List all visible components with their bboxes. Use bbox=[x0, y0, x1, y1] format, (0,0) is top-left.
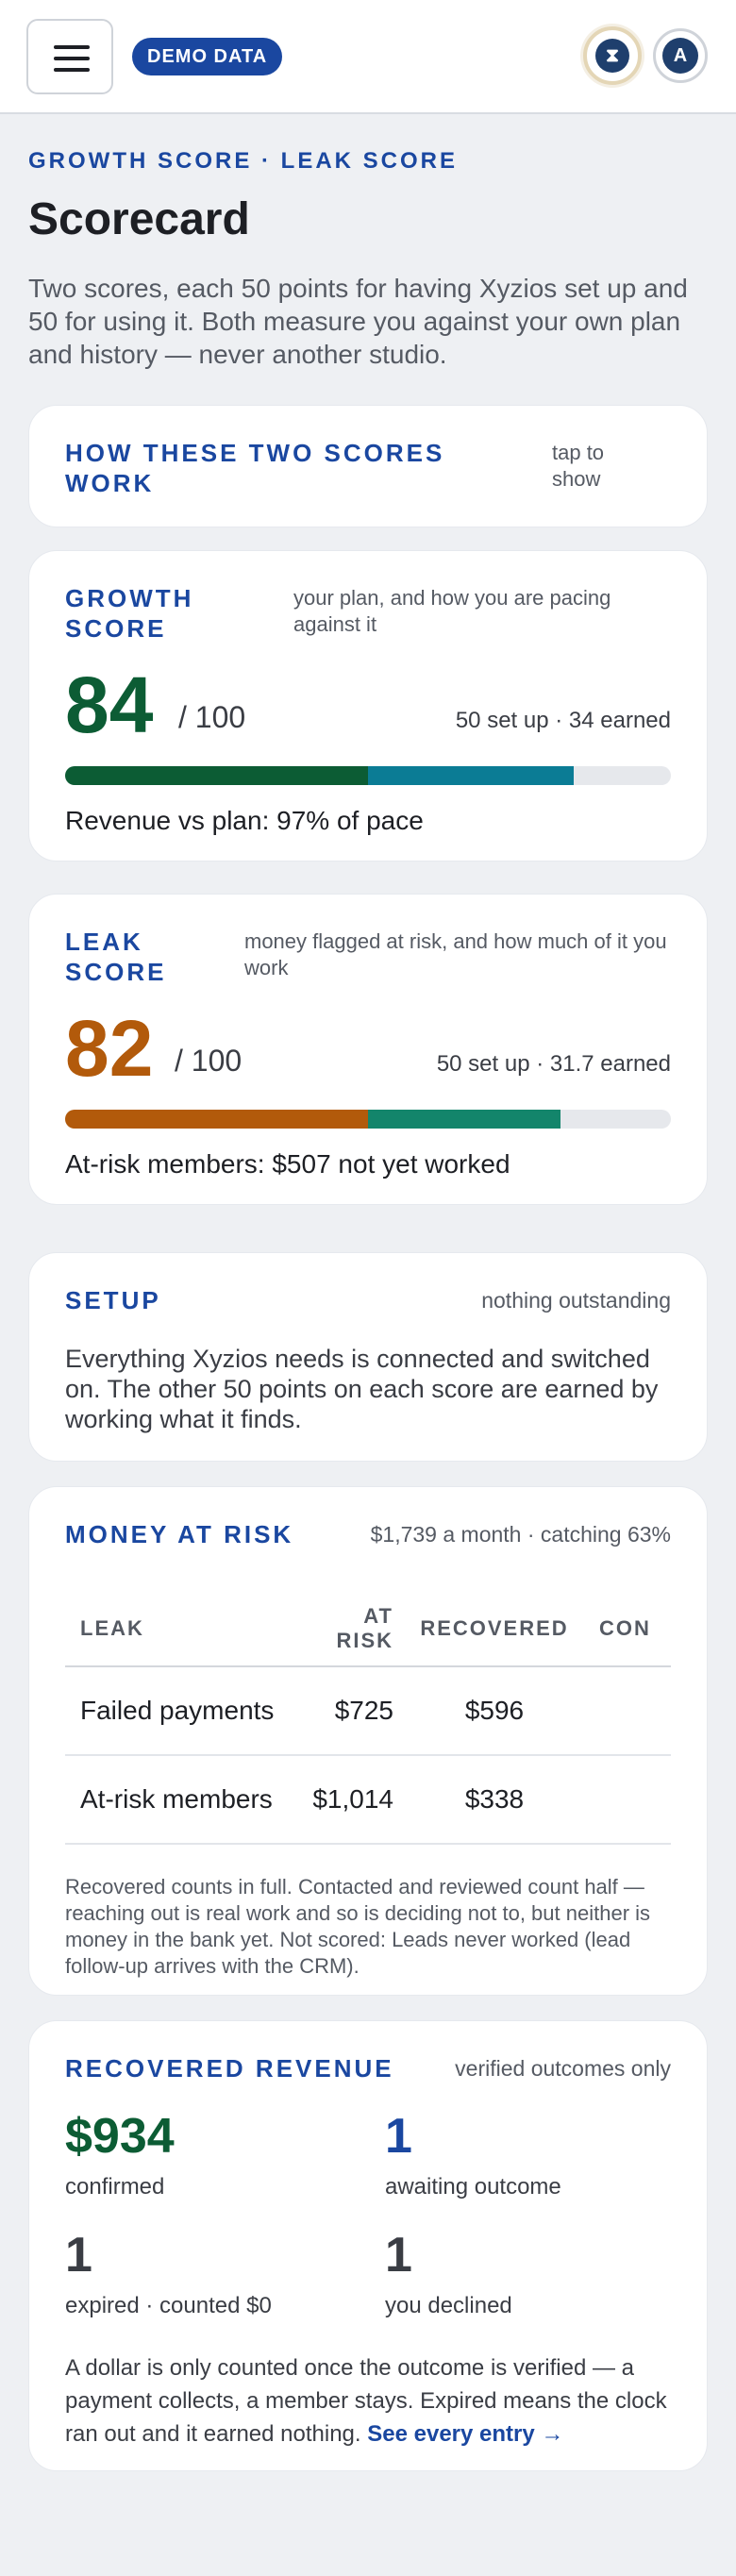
how-scores-work-toggle[interactable]: HOW THESE TWO SCORES WORK tap to show bbox=[28, 405, 708, 527]
see-every-entry-link[interactable]: See every entry → bbox=[367, 2421, 563, 2447]
money-at-risk-title: MONEY AT RISK bbox=[65, 1520, 294, 1548]
stat-confirmed-value: $934 bbox=[65, 2109, 175, 2164]
avatar-initial: A bbox=[662, 38, 698, 74]
hamburger-icon-line bbox=[54, 57, 90, 60]
growth-earned-segment bbox=[368, 766, 575, 785]
leak-score-card: LEAK SCORE money flagged at risk, and ho… bbox=[28, 894, 708, 1205]
avatar[interactable]: A bbox=[653, 28, 708, 83]
money-at-risk-table: LEAK AT RISK RECOVERED CON Failed payment… bbox=[65, 1591, 671, 1845]
column-header-recovered: RECOVERED bbox=[405, 1591, 584, 1667]
growth-score-card: GROWTH SCORE your plan, and how you are … bbox=[28, 550, 708, 861]
leak-score-footer: At-risk members: $507 not yet worked bbox=[65, 1149, 510, 1179]
stat-awaiting: 1 awaiting outcome bbox=[385, 2108, 668, 2200]
growth-score-out-of: / 100 bbox=[178, 700, 246, 734]
recovered-revenue-card: RECOVERED REVENUE verified outcomes only… bbox=[28, 2020, 708, 2471]
stat-expired-value: 1 bbox=[65, 2228, 92, 2283]
column-header-contacted: CON bbox=[584, 1591, 671, 1667]
leak-earned-segment bbox=[368, 1110, 560, 1129]
leak-score-title: LEAK SCORE bbox=[65, 928, 167, 986]
growth-setup-segment bbox=[65, 766, 368, 785]
recovered-amount: $338 bbox=[405, 1755, 584, 1845]
column-header-leak: LEAK bbox=[65, 1591, 301, 1667]
stat-declined-label: you declined bbox=[385, 2293, 512, 2318]
growth-score-title: GROWTH SCORE bbox=[65, 584, 194, 643]
recovered-amount: $596 bbox=[405, 1666, 584, 1756]
hamburger-icon-line bbox=[54, 68, 90, 72]
leak-score-value: 82 bbox=[65, 1004, 154, 1093]
page-eyebrow: GROWTH SCORE · LEAK SCORE bbox=[28, 148, 459, 174]
stat-awaiting-label: awaiting outcome bbox=[385, 2174, 561, 2200]
column-header-at-risk-line2: RISK bbox=[336, 1628, 393, 1652]
money-at-risk-card: MONEY AT RISK $1,739 a month · catching … bbox=[28, 1486, 708, 1996]
recovered-revenue-note: A dollar is only counted once the outcom… bbox=[65, 2351, 671, 2451]
setup-card: SETUP nothing outstanding Everything Xyz… bbox=[28, 1252, 708, 1462]
app-logo-icon[interactable]: ⧗ bbox=[583, 26, 642, 85]
main-content: GROWTH SCORE · LEAK SCORE Scorecard Two … bbox=[0, 148, 736, 2471]
column-header-at-risk: AT RISK bbox=[301, 1591, 405, 1667]
setup-title: SETUP bbox=[65, 1286, 161, 1314]
how-scores-work-title: HOW THESE TWO SCORES WORK bbox=[65, 439, 445, 497]
growth-score-breakdown: 50 set up · 34 earned bbox=[455, 708, 671, 733]
recovered-revenue-title: RECOVERED REVENUE bbox=[65, 2054, 394, 2083]
stat-awaiting-value: 1 bbox=[385, 2109, 412, 2164]
setup-body: Everything Xyzios needs is connected and… bbox=[65, 1345, 659, 1433]
table-row: At-risk members $1,014 $338 bbox=[65, 1755, 671, 1845]
hamburger-icon bbox=[54, 45, 90, 49]
menu-button[interactable] bbox=[26, 19, 113, 94]
leak-name: Failed payments bbox=[65, 1666, 301, 1756]
leak-name: At-risk members bbox=[65, 1755, 301, 1845]
stat-confirmed-label: confirmed bbox=[65, 2174, 165, 2200]
growth-score-footer: Revenue vs plan: 97% of pace bbox=[65, 806, 424, 835]
hourglass-icon: ⧗ bbox=[595, 39, 629, 73]
stat-expired-label: expired · counted $0 bbox=[65, 2293, 272, 2318]
stat-confirmed: $934 confirmed bbox=[65, 2108, 348, 2200]
table-row: Failed payments $725 $596 bbox=[65, 1666, 671, 1756]
recovered-revenue-hint: verified outcomes only bbox=[455, 2056, 671, 2081]
stat-declined: 1 you declined bbox=[385, 2227, 668, 2319]
leak-setup-segment bbox=[65, 1110, 368, 1129]
at-risk-amount: $1,014 bbox=[301, 1755, 405, 1845]
growth-score-bar bbox=[65, 766, 671, 785]
leak-score-hint: money flagged at risk, and how much of i… bbox=[244, 929, 667, 979]
column-header-at-risk-line1: AT bbox=[363, 1603, 393, 1628]
table-header-row: LEAK AT RISK RECOVERED CON bbox=[65, 1591, 671, 1667]
leak-score-out-of: / 100 bbox=[175, 1044, 243, 1078]
demo-data-badge: DEMO DATA bbox=[132, 38, 283, 75]
page-title: Scorecard bbox=[28, 194, 250, 244]
recovered-revenue-note-text: A dollar is only counted once the outcom… bbox=[65, 2355, 667, 2447]
page-intro: Two scores, each 50 points for having Xy… bbox=[28, 274, 688, 369]
top-bar: DEMO DATA ⧗ A bbox=[0, 0, 736, 114]
setup-status: nothing outstanding bbox=[481, 1288, 671, 1313]
growth-score-value: 84 bbox=[65, 661, 154, 749]
stat-declined-value: 1 bbox=[385, 2228, 412, 2283]
leak-score-bar bbox=[65, 1110, 671, 1129]
at-risk-amount: $725 bbox=[301, 1666, 405, 1756]
money-at-risk-note: Recovered counts in full. Contacted and … bbox=[65, 1875, 651, 1978]
money-at-risk-table-scroll[interactable]: LEAK AT RISK RECOVERED CON Failed payment… bbox=[65, 1591, 671, 1865]
stat-expired: 1 expired · counted $0 bbox=[65, 2227, 348, 2319]
contacted-amount bbox=[584, 1755, 671, 1845]
tap-to-show-hint: tap to show bbox=[552, 441, 605, 491]
growth-score-hint: your plan, and how you are pacing agains… bbox=[293, 586, 611, 636]
contacted-amount bbox=[584, 1666, 671, 1756]
money-at-risk-summary: $1,739 a month · catching 63% bbox=[370, 1522, 671, 1547]
leak-score-breakdown: 50 set up · 31.7 earned bbox=[436, 1051, 671, 1077]
